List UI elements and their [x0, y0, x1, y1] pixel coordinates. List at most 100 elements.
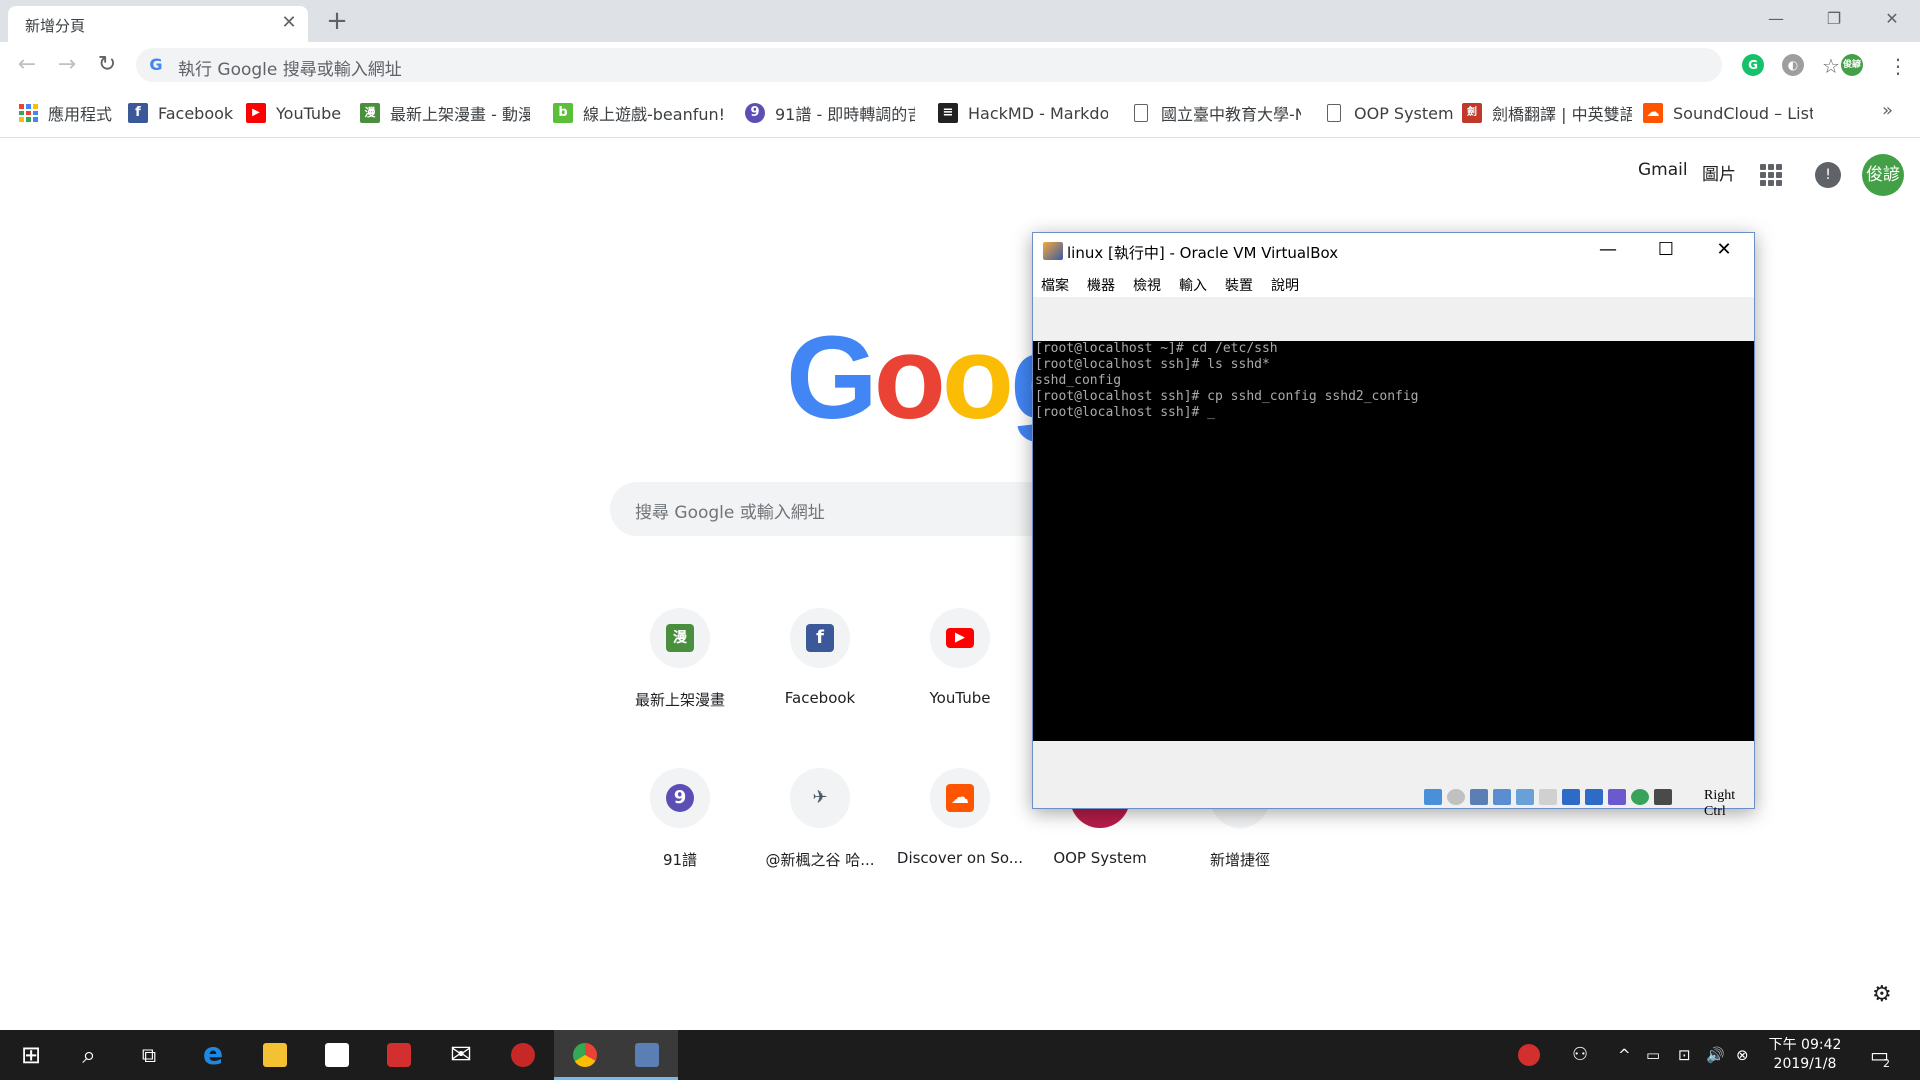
menu-file[interactable]: 檔案 [1041, 275, 1069, 295]
virtualbox-window[interactable]: linux [執行中] - Oracle VM VirtualBox — ☐ ✕… [1032, 232, 1755, 819]
bookmark-ntcu[interactable]: 國立臺中教育大學-N [1131, 102, 1301, 124]
tab-close-icon[interactable]: ✕ [279, 13, 299, 33]
network-icon[interactable]: ⊡ [1678, 1030, 1691, 1080]
bookmark-label: 91譜 - 即時轉調的吉 [775, 105, 915, 124]
browser-menu-icon[interactable]: ⋮ [1888, 56, 1908, 76]
window-close-button[interactable]: ✕ [1864, 0, 1920, 40]
tray-chevron-icon[interactable]: ^ [1618, 1030, 1631, 1080]
tray-app-icon[interactable] [1518, 1030, 1540, 1080]
menu-input[interactable]: 輸入 [1179, 275, 1207, 295]
vbox-minimize-button[interactable]: — [1579, 233, 1637, 269]
bookmark-label: YouTube [276, 103, 342, 123]
bookmark-beanfun[interactable]: b 線上遊戲-beanfun!樂 [553, 102, 723, 124]
menu-machine[interactable]: 機器 [1087, 275, 1115, 295]
shortcut-tile[interactable]: ☁ Discover on So... [890, 768, 1030, 898]
window-restore-button[interactable]: ❐ [1806, 0, 1862, 40]
bookmark-label: 國立臺中教育大學-N [1161, 105, 1301, 124]
keyboard-capture-icon[interactable] [1654, 789, 1672, 805]
start-button[interactable]: ⊞ [0, 1030, 62, 1080]
window-minimize-button[interactable]: — [1748, 0, 1804, 40]
shortcut-tile[interactable]: ✈ @新楓之谷 哈... [750, 768, 890, 898]
bookmark-facebook[interactable]: f Facebook [128, 102, 234, 124]
edge-letter: e [202, 1037, 224, 1072]
guest-additions-icon[interactable] [1631, 789, 1649, 805]
vbox-titlebar[interactable]: linux [執行中] - Oracle VM VirtualBox — ☐ ✕ [1033, 233, 1754, 269]
network-icon[interactable] [1493, 789, 1511, 805]
tab-title: 新增分頁 [25, 17, 86, 35]
extension-icon[interactable]: ◐ [1782, 54, 1804, 76]
forward-button[interactable]: → [52, 50, 82, 80]
page-icon [1327, 104, 1341, 122]
close-circle-icon[interactable]: ⊗ [1736, 1030, 1749, 1080]
edge-icon[interactable]: e [182, 1030, 244, 1080]
bookmark-91pu[interactable]: 9 91譜 - 即時轉調的吉 [745, 102, 915, 124]
bookmark-apps[interactable]: 應用程式 [18, 102, 118, 124]
menu-help[interactable]: 說明 [1271, 275, 1299, 295]
terminal-line: [root@localhost ssh]# cp sshd_config ssh… [1035, 389, 1419, 404]
tile-icon-bg: ✈ [790, 768, 850, 828]
vm-console[interactable]: [root@localhost ~]# cd /etc/ssh [root@loc… [1033, 341, 1754, 741]
menu-devices[interactable]: 裝置 [1225, 275, 1253, 295]
store-icon[interactable] [306, 1030, 368, 1080]
maplestory-icon: ✈ [812, 787, 828, 808]
search-icon[interactable]: ⌕ [58, 1030, 120, 1080]
garena-icon[interactable] [492, 1030, 554, 1080]
hard-disk-icon[interactable] [1424, 789, 1442, 805]
vbox-maximize-button[interactable]: ☐ [1637, 233, 1695, 269]
bookmark-cambridge[interactable]: 劍 劍橋翻譯 | 中英雙語 [1462, 102, 1632, 124]
red-tray-icon [1518, 1044, 1540, 1066]
shared-folders-icon[interactable] [1539, 789, 1557, 805]
tile-label: 最新上架漫畫 [634, 691, 725, 709]
google-apps-icon[interactable] [1760, 164, 1782, 186]
task-view-icon[interactable]: ⧉ [118, 1030, 180, 1080]
shortcut-tile[interactable]: 漫 最新上架漫畫 [610, 608, 750, 738]
terminal-line: [root@localhost ssh]# ls sshd* [1035, 357, 1270, 372]
tile-label: @新楓之谷 哈... [765, 851, 875, 869]
back-button[interactable]: ← [12, 50, 42, 80]
action-center-icon[interactable]: ▭2 [1868, 1030, 1898, 1080]
google-icon: G [149, 55, 163, 74]
cpu-icon[interactable] [1608, 789, 1626, 805]
search-placeholder: 搜尋 Google 或輸入網址 [635, 503, 825, 523]
gmail-link[interactable]: Gmail [1638, 160, 1688, 190]
mail-icon[interactable]: ✉ [430, 1030, 492, 1080]
bookmark-star-icon[interactable]: ☆ [1822, 54, 1840, 78]
bookmark-hackmd[interactable]: ≡ HackMD - Markdow [938, 102, 1108, 124]
clock-date: 2019/1/8 [1773, 1056, 1837, 1072]
images-link[interactable]: 圖片 [1702, 160, 1736, 190]
battery-icon[interactable]: ▭ [1646, 1030, 1660, 1080]
shortcut-tile[interactable]: f Facebook [750, 608, 890, 738]
vbox-title: linux [執行中] - Oracle VM VirtualBox [1067, 244, 1339, 262]
bookmark-soundcloud[interactable]: ☁ SoundCloud – Liste [1643, 102, 1813, 124]
virtualbox-taskbar-icon[interactable] [616, 1030, 678, 1080]
profile-avatar[interactable]: 俊諺 [1841, 54, 1863, 76]
shortcut-tile[interactable]: 9 91譜 [610, 768, 750, 898]
clock[interactable]: 下午 09:42 2019/1/8 [1760, 1036, 1850, 1074]
new-tab-button[interactable]: + [322, 6, 352, 36]
people-icon[interactable]: ⚇ [1572, 1030, 1588, 1080]
display-icon[interactable] [1562, 789, 1580, 805]
browser-tab[interactable]: 新增分頁 ✕ [8, 6, 308, 42]
recording-icon[interactable] [1585, 789, 1603, 805]
bookmark-manga[interactable]: 漫 最新上架漫畫 - 動漫 [360, 102, 530, 124]
address-bar[interactable]: G 執行 Google 搜尋或輸入網址 ☆ [136, 48, 1840, 82]
volume-icon[interactable]: 🔊 [1706, 1030, 1725, 1080]
file-explorer-icon[interactable] [244, 1030, 306, 1080]
vbox-close-button[interactable]: ✕ [1695, 233, 1753, 269]
optical-drive-icon[interactable] [1447, 789, 1465, 805]
bookmark-youtube[interactable]: ▶ YouTube [246, 102, 346, 124]
red-app-icon[interactable] [368, 1030, 430, 1080]
more-bookmarks-icon[interactable]: » [1882, 100, 1893, 121]
usb-icon[interactable] [1516, 789, 1534, 805]
chrome-icon[interactable] [554, 1030, 616, 1080]
account-avatar[interactable]: 俊諺 [1862, 154, 1904, 196]
shortcut-tile[interactable]: ▶ YouTube [890, 608, 1030, 738]
audio-icon[interactable] [1470, 789, 1488, 805]
customize-gear-icon[interactable]: ⚙ [1872, 982, 1892, 1007]
menu-view[interactable]: 檢視 [1133, 275, 1161, 295]
grammarly-extension-icon[interactable]: G [1742, 54, 1764, 76]
bookmark-oop-system[interactable]: OOP System [1324, 102, 1464, 124]
reload-button[interactable]: ↻ [92, 50, 122, 80]
notifications-icon[interactable]: ! [1815, 162, 1841, 188]
bookmark-label: OOP System [1354, 103, 1454, 123]
